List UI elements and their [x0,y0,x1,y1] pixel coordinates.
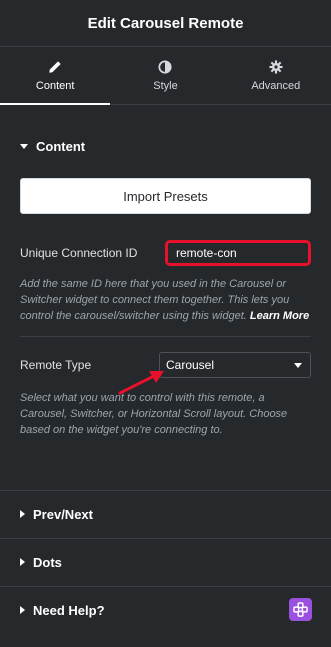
caret-right-icon [20,510,25,518]
pencil-icon [49,60,61,73]
remote-type-select[interactable]: Carousel [159,352,311,378]
caret-down-icon [20,143,28,149]
help-badge-icon [289,598,312,621]
need-help-title: Need Help? [33,602,105,618]
tab-style-label: Style [153,79,178,92]
need-help-section-toggle[interactable]: Need Help? [0,586,331,633]
tab-advanced[interactable]: Advanced [221,47,331,104]
half-circle-icon [158,59,173,74]
learn-more-link[interactable]: Learn More [250,310,309,322]
prev-next-section-toggle[interactable]: Prev/Next [0,490,331,537]
connection-id-highlight [165,240,311,266]
content-section-toggle[interactable]: Content [0,122,331,170]
dots-section-toggle[interactable]: Dots [0,538,331,585]
dots-title: Dots [33,554,62,570]
connection-desc-text: Add the same ID here that you used in th… [20,278,290,322]
remote-type-label: Remote Type [20,358,92,372]
remote-type-selected: Carousel [166,358,215,372]
caret-right-icon [20,558,25,566]
tab-bar: Content Style Advanced [0,47,331,105]
plugin-logo-icon [293,602,308,617]
panel-header: Edit Carousel Remote [0,0,331,47]
tab-advanced-label: Advanced [251,79,301,92]
red-arrow-annotation-icon [118,371,164,395]
prev-next-title: Prev/Next [33,506,93,522]
tab-content-label: Content [35,79,75,92]
editor-panel: Edit Carousel Remote Content Style Advan… [0,0,331,647]
content-section-title: Content [36,138,86,154]
connection-id-label: Unique Connection ID [20,246,138,260]
connection-id-description: Add the same ID here that you used in th… [20,276,311,324]
panel-title: Edit Carousel Remote [87,14,244,32]
remote-type-description: Select what you want to control with thi… [20,392,288,436]
chevron-down-icon [294,363,302,368]
content-section-body: Import Presets Unique Connection ID Add … [0,178,331,438]
divider [20,336,311,337]
connection-id-control: Unique Connection ID [20,240,311,266]
gear-icon [269,59,283,74]
import-presets-button[interactable]: Import Presets [20,178,311,214]
caret-right-icon [20,606,25,614]
connection-id-input[interactable] [174,245,308,261]
tab-style[interactable]: Style [110,47,220,104]
tab-content[interactable]: Content [0,47,111,105]
